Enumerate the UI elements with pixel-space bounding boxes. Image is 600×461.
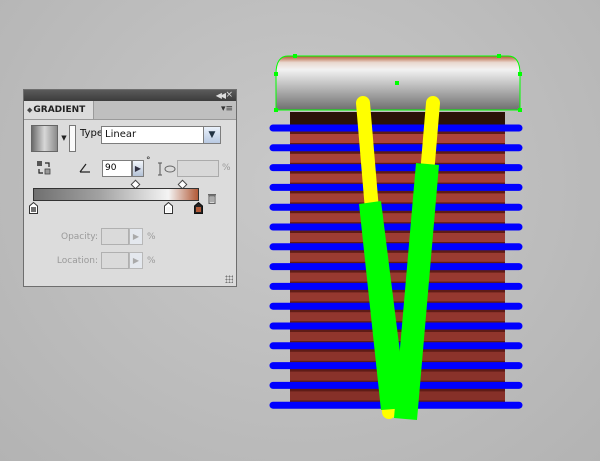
body-top-shadow <box>290 112 505 126</box>
body-band <box>290 213 505 223</box>
body-band <box>290 193 505 203</box>
anchor-point[interactable] <box>274 108 278 112</box>
cap[interactable] <box>274 54 522 112</box>
body-band <box>290 134 505 143</box>
anchor-point[interactable] <box>293 54 297 58</box>
body-band <box>290 233 505 242</box>
artwork-canvas <box>269 54 523 420</box>
body-band <box>290 173 505 183</box>
body-band <box>290 252 505 262</box>
anchor-point[interactable] <box>518 72 522 76</box>
body-band <box>290 153 505 163</box>
body-band <box>290 312 505 322</box>
body-band <box>290 292 505 302</box>
center-point[interactable] <box>395 81 399 85</box>
anchor-point[interactable] <box>518 108 522 112</box>
body-band <box>290 272 505 282</box>
anchor-point[interactable] <box>274 72 278 76</box>
anchor-point[interactable] <box>497 54 501 58</box>
